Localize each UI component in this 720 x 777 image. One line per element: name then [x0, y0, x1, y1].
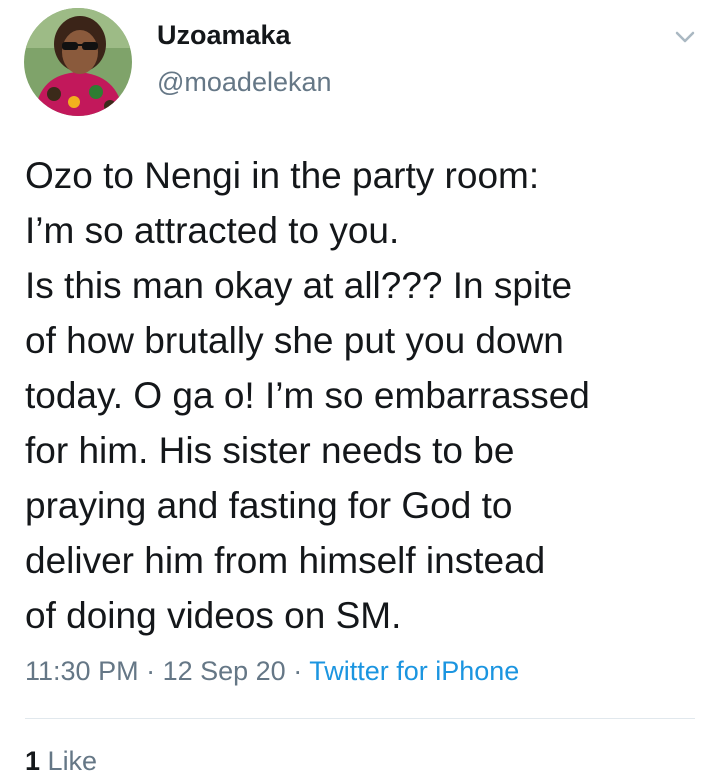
- likes-count: 1: [25, 746, 41, 776]
- user-handle[interactable]: @moadelekan: [157, 67, 332, 98]
- tweet-line: praying and fasting for God to: [25, 485, 513, 526]
- tweet-line: for him. His sister needs to be: [25, 430, 515, 471]
- divider: [25, 718, 695, 719]
- meta-separator: ·: [285, 656, 310, 686]
- tweet-text: Ozo to Nengi in the party room: I’m so a…: [25, 148, 705, 643]
- tweet-source-link[interactable]: Twitter for iPhone: [309, 656, 519, 686]
- tweet-line: Ozo to Nengi in the party room:: [25, 155, 540, 196]
- avatar[interactable]: [24, 8, 132, 116]
- tweet-date[interactable]: 12 Sep 20: [163, 656, 286, 686]
- profile-photo: [24, 8, 132, 116]
- likes-stat[interactable]: 1 Like: [25, 746, 97, 777]
- tweet-line: of doing videos on SM.: [25, 595, 402, 636]
- meta-separator: ·: [138, 656, 163, 686]
- tweet-line: deliver him from himself instead: [25, 540, 546, 581]
- tweet-menu-button[interactable]: [669, 24, 701, 50]
- likes-label: Like: [47, 746, 98, 776]
- tweet-meta: 11:30 PM · 12 Sep 20 · Twitter for iPhon…: [25, 656, 519, 687]
- chevron-down-icon: [675, 31, 695, 43]
- tweet-line: Is this man okay at all??? In spite: [25, 265, 573, 306]
- display-name[interactable]: Uzoamaka: [157, 20, 291, 51]
- tweet-time[interactable]: 11:30 PM: [25, 656, 139, 686]
- tweet-line: today. O ga o! I’m so embarrassed: [25, 375, 590, 416]
- tweet-line: of how brutally she put you down: [25, 320, 564, 361]
- tweet-line: I’m so attracted to you.: [25, 210, 400, 251]
